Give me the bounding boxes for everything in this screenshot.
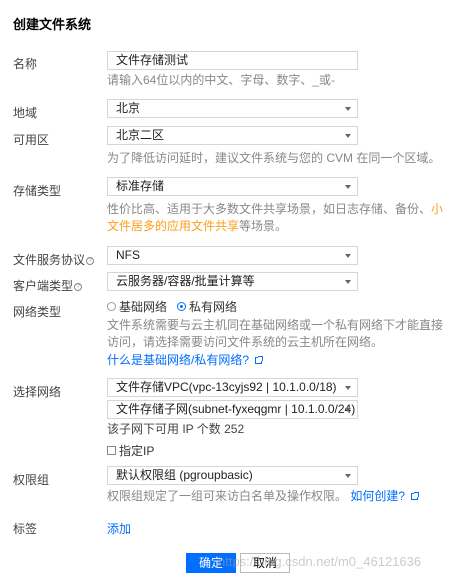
storage-type-select-value: 标准存储: [116, 179, 165, 193]
external-link-icon[interactable]: [255, 356, 264, 365]
zone-select[interactable]: 北京二区: [107, 126, 358, 145]
network-type-help-link[interactable]: 什么是基础网络/私有网络?: [107, 353, 249, 367]
storage-type-label: 存储类型: [13, 184, 62, 198]
zone-label: 可用区: [13, 133, 50, 147]
cancel-button[interactable]: 取消: [240, 553, 290, 573]
zone-select-value: 北京二区: [116, 128, 165, 142]
specify-ip-label: 指定IP: [119, 444, 155, 458]
network-select-label: 选择网络: [13, 385, 62, 399]
protocol-label: 文件服务协议?: [13, 251, 95, 268]
name-label: 名称: [13, 57, 38, 71]
radio-basic-network[interactable]: 基础网络: [107, 298, 167, 315]
subnet-select[interactable]: 文件存储子网(subnet-fyxeqgmr | 10.1.0.0/24): [107, 400, 358, 419]
radio-basic-network-label: 基础网络: [119, 300, 168, 314]
storage-type-hint-text-end: 等场景。: [239, 219, 288, 233]
vpc-select-value: 文件存储VPC(vpc-13cyjs92 | 10.1.0.0/18): [116, 380, 337, 394]
permission-group-hint-row: 权限组规定了一组可来访白名单及操作权限。 如何创建?: [107, 488, 452, 505]
client-type-label: 客户端类型?: [13, 277, 83, 294]
network-type-label: 网络类型: [13, 305, 62, 319]
permission-group-hint: 权限组规定了一组可来访白名单及操作权限。: [107, 489, 348, 503]
tags-label: 标签: [13, 522, 38, 536]
region-label: 地域: [13, 106, 38, 120]
storage-type-hint: 性价比高、适用于大多数文件共享场景，如日志存储、备份、小文件居多的应用文件共享等…: [107, 201, 452, 235]
radio-vpc-network-circle[interactable]: [177, 302, 186, 311]
name-input[interactable]: 文件存储测试: [107, 51, 358, 70]
client-type-select[interactable]: 云服务器/容器/批量计算等: [107, 272, 358, 291]
protocol-select-value: NFS: [116, 248, 140, 262]
region-select[interactable]: 北京: [107, 99, 358, 118]
storage-type-hint-text: 性价比高、适用于大多数文件共享场景，如日志存储、备份、: [107, 202, 432, 216]
protocol-label-text: 文件服务协议: [13, 253, 86, 267]
permission-group-select-value: 默认权限组 (pgroupbasic): [116, 468, 253, 482]
client-type-help-icon[interactable]: ?: [74, 282, 83, 291]
name-hint: 请输入64位以内的中文、字母、数字、_或-: [107, 73, 336, 87]
radio-basic-network-circle[interactable]: [107, 302, 116, 311]
network-type-hint: 文件系统需要与云主机同在基础网络或一个私有网络下才能直接访问，请选择需要访问文件…: [107, 318, 444, 349]
subnet-select-caret: [345, 408, 351, 412]
dialog-title: 创建文件系统: [13, 17, 92, 32]
vpc-select[interactable]: 文件存储VPC(vpc-13cyjs92 | 10.1.0.0/18): [107, 378, 358, 397]
protocol-help-icon[interactable]: ?: [86, 256, 95, 265]
add-tag-link[interactable]: 添加: [107, 520, 131, 537]
confirm-button[interactable]: 确定: [186, 553, 236, 573]
specify-ip-checkbox[interactable]: 指定IP: [107, 442, 154, 459]
client-type-select-value: 云服务器/容器/批量计算等: [116, 274, 255, 288]
zone-hint: 为了降低访问延时，建议文件系统与您的 CVM 在同一个区域。: [107, 151, 441, 165]
subnet-ip-info: 该子网下可用 IP 个数 252: [107, 422, 245, 436]
specify-ip-checkbox-box[interactable]: [107, 446, 116, 455]
radio-vpc-network[interactable]: 私有网络: [177, 298, 237, 315]
radio-vpc-network-label: 私有网络: [189, 300, 238, 314]
network-type-help-link-row: 什么是基础网络/私有网络?: [107, 352, 452, 369]
create-file-system-dialog: 创建文件系统 名称 文件存储测试 请输入64位以内的中文、字母、数字、_或- 地…: [0, 0, 465, 579]
external-link-icon-2[interactable]: [411, 492, 420, 501]
region-select-value: 北京: [116, 101, 141, 115]
permission-group-label: 权限组: [13, 473, 50, 487]
protocol-select[interactable]: NFS: [107, 246, 358, 265]
client-type-label-text: 客户端类型: [13, 279, 74, 293]
permission-group-create-link[interactable]: 如何创建?: [350, 489, 405, 503]
subnet-select-value: 文件存储子网(subnet-fyxeqgmr | 10.1.0.0/24): [116, 402, 356, 416]
permission-group-select[interactable]: 默认权限组 (pgroupbasic): [107, 466, 358, 485]
storage-type-select[interactable]: 标准存储: [107, 177, 358, 196]
